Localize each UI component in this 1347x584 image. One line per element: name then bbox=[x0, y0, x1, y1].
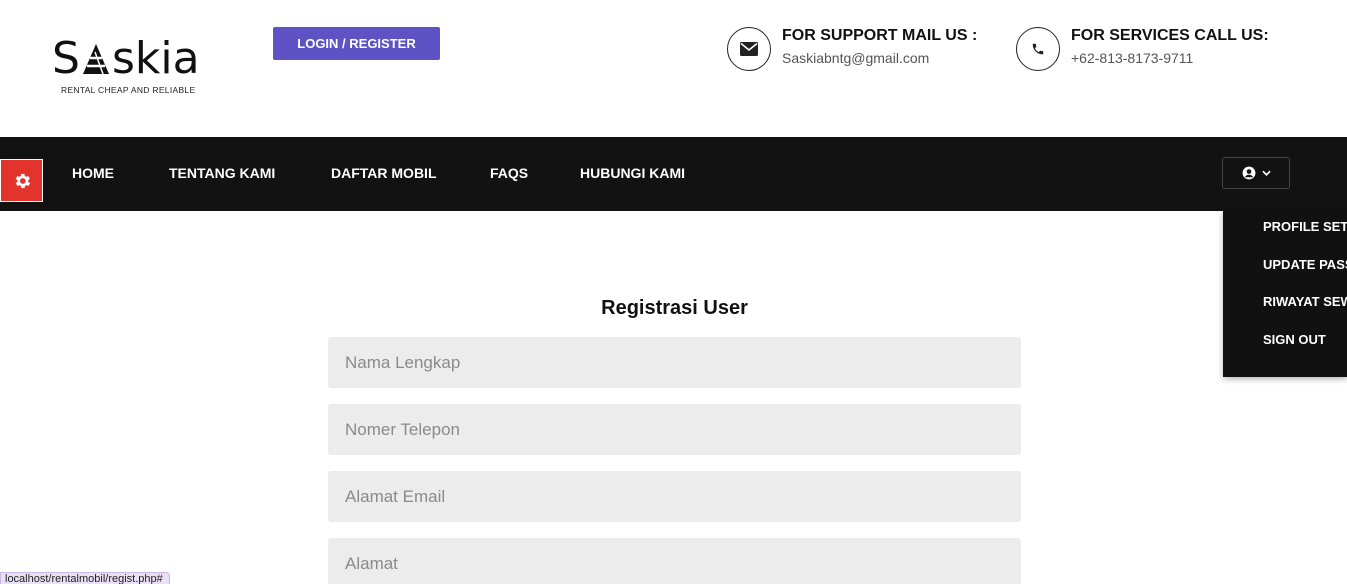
user-circle-icon bbox=[1242, 166, 1255, 180]
saskia-logo[interactable]: Sskia RENTAL CHEAP AND RELIABLE bbox=[52, 34, 212, 96]
status-bar-url: localhost/rentalmobil/regist.php# bbox=[0, 572, 170, 584]
address-input[interactable] bbox=[328, 538, 1021, 584]
nav-faqs[interactable]: FAQS bbox=[490, 165, 528, 181]
support-mail-value[interactable]: Saskiabntg@gmail.com bbox=[782, 50, 929, 66]
services-call-value[interactable]: +62-813-8173-9711 bbox=[1071, 50, 1193, 66]
site-header: Sskia RENTAL CHEAP AND RELIABLE LOGIN / … bbox=[0, 0, 1347, 137]
nav-home[interactable]: HOME bbox=[72, 165, 114, 181]
menu-update-password[interactable]: UPDATE PASSWORD bbox=[1263, 257, 1347, 272]
gear-icon bbox=[15, 173, 30, 188]
chevron-down-icon bbox=[1261, 170, 1271, 176]
pyramid-logo-icon bbox=[82, 44, 109, 75]
login-register-button[interactable]: LOGIN / REGISTER bbox=[273, 27, 440, 60]
nav-tentang-kami[interactable]: TENTANG KAMI bbox=[169, 165, 275, 181]
logo-letters-skia: skia bbox=[111, 33, 200, 84]
services-call-block: FOR SERVICES CALL US: +62-813-8173-9711 bbox=[1016, 27, 1276, 72]
envelope-icon bbox=[727, 27, 771, 71]
logo-letter-s: S bbox=[52, 33, 80, 84]
settings-toggle-button[interactable] bbox=[0, 159, 43, 202]
logo-wordmark: Sskia bbox=[52, 34, 200, 84]
menu-riwayat-sewa[interactable]: RIWAYAT SEWA bbox=[1263, 294, 1347, 309]
menu-profile-settings[interactable]: PROFILE SETTINGS bbox=[1263, 219, 1347, 234]
registration-title: Registrasi User bbox=[601, 297, 748, 319]
services-call-title: FOR SERVICES CALL US: bbox=[1071, 27, 1269, 44]
phone-number-input[interactable] bbox=[328, 404, 1021, 455]
menu-sign-out[interactable]: SIGN OUT bbox=[1263, 332, 1326, 347]
logo-tagline: RENTAL CHEAP AND RELIABLE bbox=[61, 85, 196, 95]
nav-daftar-mobil[interactable]: DAFTAR MOBIL bbox=[331, 165, 437, 181]
support-mail-title: FOR SUPPORT MAIL US : bbox=[782, 27, 978, 44]
email-input[interactable] bbox=[328, 471, 1021, 522]
user-menu-button[interactable] bbox=[1222, 157, 1290, 189]
full-name-input[interactable] bbox=[328, 337, 1021, 388]
phone-icon bbox=[1016, 27, 1060, 71]
support-mail-block: FOR SUPPORT MAIL US : Saskiabntg@gmail.c… bbox=[727, 27, 987, 72]
nav-hubungi-kami[interactable]: HUBUNGI KAMI bbox=[580, 165, 685, 181]
user-dropdown-menu: PROFILE SETTINGS UPDATE PASSWORD RIWAYAT… bbox=[1223, 211, 1347, 377]
main-navbar: HOME TENTANG KAMI DAFTAR MOBIL FAQS HUBU… bbox=[0, 137, 1347, 211]
